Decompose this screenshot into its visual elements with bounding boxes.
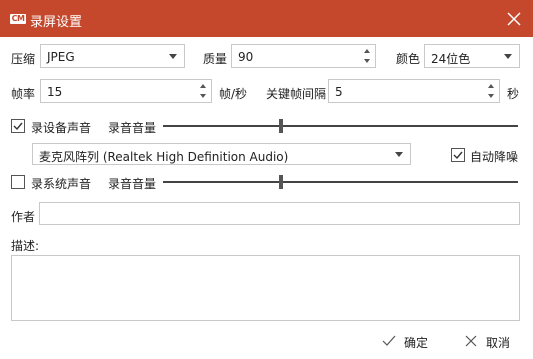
spin-up-icon[interactable] [488, 84, 494, 88]
audio-device-select[interactable]: 麦克风阵列 (Realtek High Definition Audio) [32, 143, 411, 165]
compression-select[interactable]: JPEG [40, 44, 185, 68]
system-volume-handle[interactable] [278, 175, 283, 189]
device-volume-slider[interactable] [163, 125, 518, 127]
spin-down-icon[interactable] [364, 59, 370, 63]
spin-up-icon[interactable] [200, 84, 206, 88]
device-volume-label: 录音音量 [108, 121, 157, 135]
audio-device-value: 麦克风阵列 (Realtek High Definition Audio) [39, 150, 289, 164]
chevron-down-icon [395, 152, 403, 157]
framerate-value: 15 [47, 85, 63, 99]
description-textarea[interactable] [11, 255, 520, 321]
framerate-label: 帧率 [11, 87, 36, 101]
record-device-audio-label: 录设备声音 [31, 121, 92, 135]
quality-value: 90 [238, 50, 254, 64]
noise-reduction-checkbox[interactable] [451, 148, 465, 162]
keyframe-label: 关键帧间隔 [266, 87, 327, 101]
color-value: 24位色 [431, 52, 471, 66]
record-system-audio-checkbox[interactable] [11, 175, 25, 189]
spin-down-icon[interactable] [200, 94, 206, 98]
quality-spinbox[interactable]: 90 [231, 44, 376, 68]
ok-button[interactable]: 确定 [382, 331, 432, 351]
chevron-down-icon [504, 54, 512, 59]
checkmark-icon [453, 151, 463, 160]
device-volume-handle[interactable] [278, 119, 283, 133]
cancel-button[interactable]: 取消 [464, 331, 514, 351]
ok-button-label: 确定 [404, 336, 429, 350]
close-icon [465, 335, 477, 347]
author-input[interactable] [39, 202, 520, 225]
author-label: 作者 [11, 210, 36, 224]
checkmark-icon [382, 335, 396, 346]
compression-label: 压缩 [11, 52, 36, 66]
framerate-spinbox[interactable]: 15 [40, 79, 212, 103]
keyframe-spinbox[interactable]: 5 [328, 79, 500, 103]
keyframe-unit: 秒 [507, 87, 520, 101]
keyframe-value: 5 [335, 85, 343, 99]
system-volume-slider[interactable] [163, 181, 518, 183]
description-label: 描述: [11, 239, 40, 253]
checkmark-icon [13, 122, 23, 131]
noise-reduction-label: 自动降噪 [470, 150, 519, 164]
quality-label: 质量 [203, 52, 228, 66]
record-system-audio-label: 录系统声音 [31, 177, 92, 191]
color-label: 颜色 [396, 52, 421, 66]
cancel-button-label: 取消 [486, 336, 511, 350]
spin-down-icon[interactable] [488, 94, 494, 98]
framerate-unit: 帧/秒 [219, 87, 248, 101]
close-icon [507, 12, 521, 26]
spin-up-icon[interactable] [364, 49, 370, 53]
record-device-audio-checkbox[interactable] [11, 119, 25, 133]
chevron-down-icon [169, 54, 177, 59]
color-select[interactable]: 24位色 [424, 44, 520, 68]
window-title: 录屏设置 [30, 15, 83, 30]
app-logo-icon: CM [10, 14, 26, 24]
title-bar: CM 录屏设置 [0, 0, 533, 37]
compression-value: JPEG [47, 50, 75, 64]
system-volume-label: 录音音量 [108, 177, 157, 191]
close-button[interactable] [503, 8, 525, 30]
